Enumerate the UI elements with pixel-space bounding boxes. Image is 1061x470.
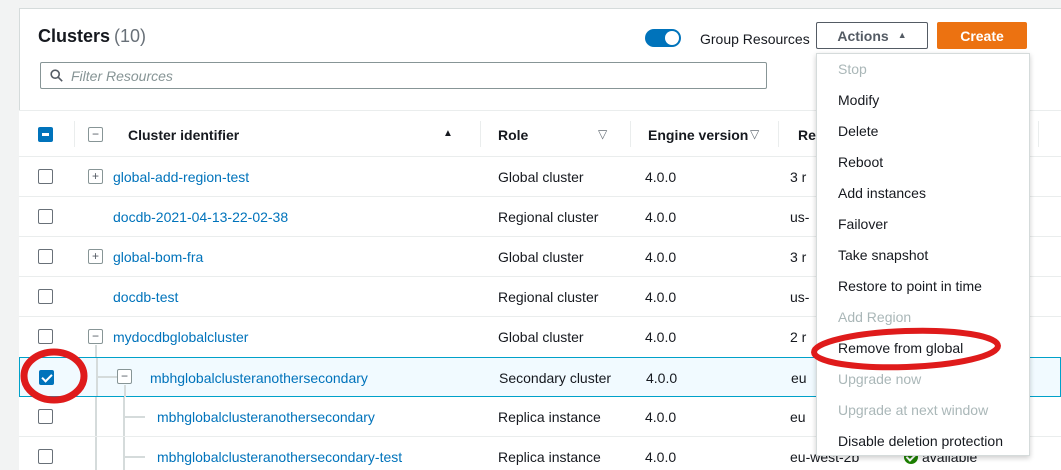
tree-line	[95, 345, 97, 357]
select-all-checkbox[interactable]	[38, 127, 53, 142]
row-checkbox[interactable]	[38, 209, 53, 224]
expand-icon[interactable]: +	[88, 249, 103, 264]
menu-item-stop: Stop	[817, 54, 1029, 85]
menu-item-modify[interactable]: Modify	[817, 85, 1029, 116]
row-checkbox[interactable]	[38, 289, 53, 304]
collapse-icon[interactable]: −	[117, 369, 132, 384]
plus-glyph: +	[89, 250, 102, 263]
create-button-label: Create	[960, 28, 1004, 44]
row-checkbox[interactable]	[38, 449, 53, 464]
column-divider	[480, 121, 481, 147]
engine-cell: 4.0.0	[645, 449, 676, 465]
role-cell: Secondary cluster	[499, 370, 611, 386]
tree-line	[95, 397, 97, 436]
clusters-page: Clusters(10) Group Resources Actions ▲ C…	[0, 0, 1061, 470]
filter-icon-role[interactable]: ▽	[598, 127, 607, 141]
role-cell: Global cluster	[498, 169, 584, 185]
filter-box	[40, 62, 767, 89]
row-checkbox[interactable]	[38, 169, 53, 184]
actions-button[interactable]: Actions ▲	[816, 22, 928, 49]
menu-item-remove-from-global[interactable]: Remove from global	[817, 333, 1029, 364]
cluster-link[interactable]: docdb-2021-04-13-22-02-38	[113, 209, 288, 225]
selected-row-checkbox[interactable]	[39, 370, 54, 385]
minus-glyph: −	[89, 128, 102, 141]
row-checkbox[interactable]	[38, 409, 53, 424]
region-cell: 3 r	[790, 249, 806, 265]
page-title-text: Clusters	[38, 26, 110, 46]
menu-item-failover[interactable]: Failover	[817, 209, 1029, 240]
role-cell: Regional cluster	[498, 289, 598, 305]
role-cell: Global cluster	[498, 249, 584, 265]
cluster-link[interactable]: global-bom-fra	[113, 249, 203, 265]
menu-item-upgrade-now: Upgrade now	[817, 364, 1029, 395]
menu-item-delete[interactable]: Delete	[817, 116, 1029, 147]
column-header-cluster-identifier[interactable]: Cluster identifier	[128, 127, 239, 143]
plus-glyph: +	[89, 170, 102, 183]
row-checkbox[interactable]	[38, 329, 53, 344]
filter-input[interactable]	[71, 68, 757, 84]
column-header-role[interactable]: Role	[498, 127, 528, 143]
engine-cell: 4.0.0	[646, 370, 677, 386]
menu-item-add-instances[interactable]: Add instances	[817, 178, 1029, 209]
instance-link[interactable]: mbhglobalclusteranothersecondary	[157, 409, 375, 425]
cluster-link[interactable]: mbhglobalclusteranothersecondary	[150, 370, 368, 386]
menu-item-reboot[interactable]: Reboot	[817, 147, 1029, 178]
region-cell: eu	[791, 370, 807, 386]
role-cell: Replica instance	[498, 409, 601, 425]
row-checkbox[interactable]	[38, 249, 53, 264]
engine-cell: 4.0.0	[645, 329, 676, 345]
tree-line	[123, 416, 145, 418]
column-divider	[1038, 121, 1039, 147]
minus-glyph: −	[89, 330, 102, 343]
role-cell: Global cluster	[498, 329, 584, 345]
engine-cell: 4.0.0	[645, 289, 676, 305]
engine-cell: 4.0.0	[645, 209, 676, 225]
group-resources-label: Group Resources	[700, 31, 810, 47]
collapse-icon[interactable]: −	[88, 329, 103, 344]
expand-icon[interactable]: +	[88, 169, 103, 184]
tree-line	[123, 456, 145, 458]
column-divider	[778, 121, 779, 147]
tree-line	[95, 437, 97, 470]
engine-cell: 4.0.0	[645, 169, 676, 185]
column-header-region[interactable]: Re	[798, 127, 816, 143]
caret-up-icon: ▲	[898, 31, 907, 40]
minus-glyph: −	[118, 370, 131, 383]
cluster-link[interactable]: docdb-test	[113, 289, 178, 305]
collapse-all-icon[interactable]: −	[88, 127, 103, 142]
filter-icon-engine-version[interactable]: ▽	[750, 127, 759, 141]
cluster-link[interactable]: mydocdbglobalcluster	[113, 329, 248, 345]
tree-line	[123, 437, 125, 470]
menu-item-upgrade-at-next-window: Upgrade at next window	[817, 395, 1029, 426]
role-cell: Regional cluster	[498, 209, 598, 225]
menu-item-disable-deletion-protection[interactable]: Disable deletion protection	[817, 426, 1029, 457]
region-cell: us-	[790, 209, 809, 225]
menu-item-restore-to-point-in-time[interactable]: Restore to point in time	[817, 271, 1029, 302]
instance-link[interactable]: mbhglobalclusteranothersecondary-test	[157, 449, 402, 465]
column-divider	[630, 121, 631, 147]
engine-cell: 4.0.0	[645, 249, 676, 265]
cluster-count: (10)	[114, 26, 146, 46]
region-cell: 2 r	[790, 329, 806, 345]
group-resources-toggle[interactable]	[645, 29, 681, 47]
column-header-engine-version[interactable]: Engine version	[648, 127, 748, 143]
cluster-link[interactable]: global-add-region-test	[113, 169, 249, 185]
page-title: Clusters(10)	[38, 26, 146, 47]
menu-item-take-snapshot[interactable]: Take snapshot	[817, 240, 1029, 271]
engine-cell: 4.0.0	[645, 409, 676, 425]
actions-menu: Stop Modify Delete Reboot Add instances …	[816, 53, 1030, 456]
actions-button-label: Actions	[837, 28, 888, 44]
menu-item-add-region: Add Region	[817, 302, 1029, 333]
search-icon	[50, 69, 63, 82]
tree-line	[96, 376, 117, 378]
sort-asc-icon: ▲	[443, 128, 453, 139]
create-button[interactable]: Create	[937, 22, 1027, 49]
region-cell: us-	[790, 289, 809, 305]
region-cell: 3 r	[790, 169, 806, 185]
region-cell: eu	[790, 409, 806, 425]
column-divider	[74, 121, 75, 147]
role-cell: Replica instance	[498, 449, 601, 465]
